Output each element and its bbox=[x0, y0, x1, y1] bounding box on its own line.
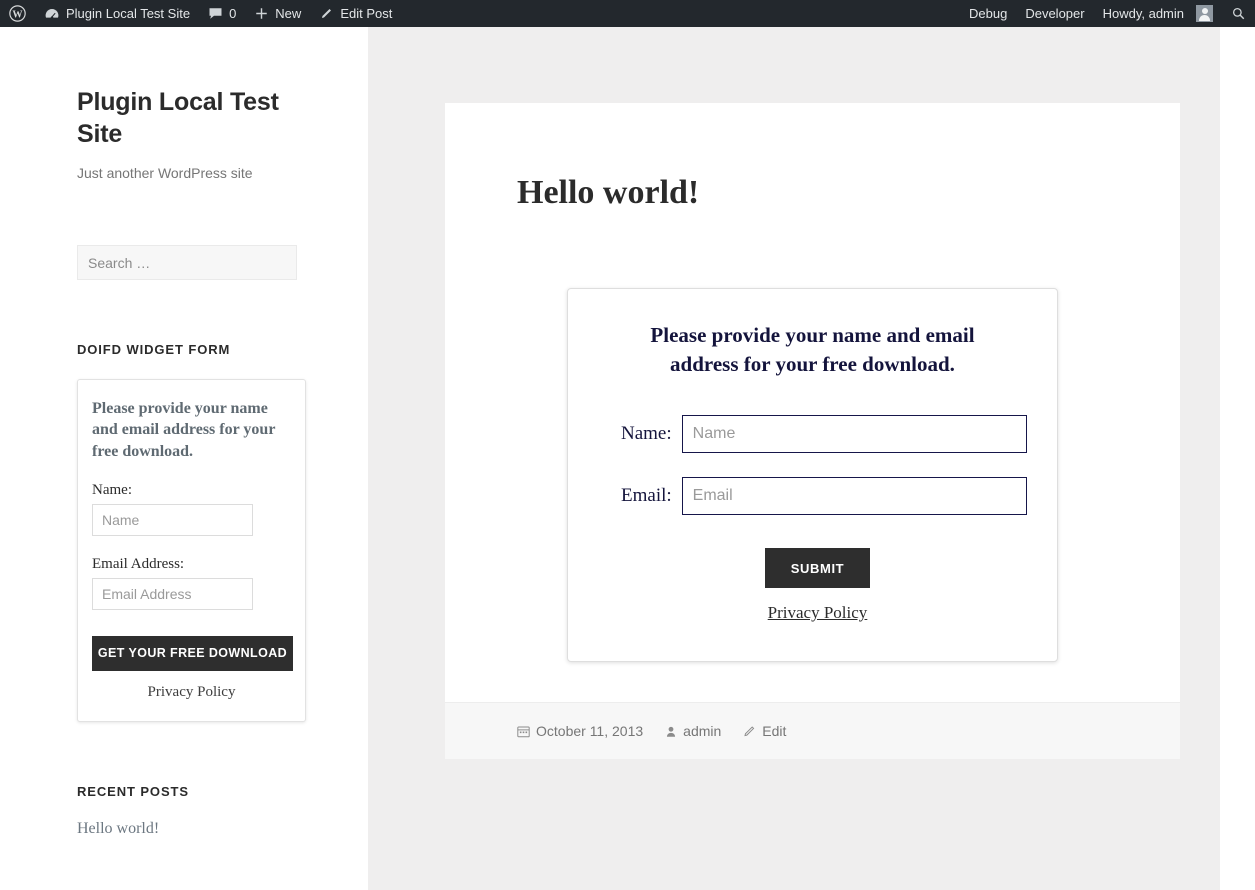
content-area: Hello world! Please provide your name an… bbox=[368, 27, 1255, 890]
post-form-email-label: Email: bbox=[621, 485, 672, 507]
admin-bar-developer[interactable]: Developer bbox=[1016, 0, 1093, 27]
widget-submit-button[interactable]: GET YOUR FREE DOWNLOAD bbox=[92, 635, 293, 671]
admin-bar-my-account[interactable]: Howdy, admin bbox=[1094, 0, 1222, 27]
post-content: Hello world! Please provide your name an… bbox=[445, 103, 1180, 702]
admin-bar-debug-label: Debug bbox=[969, 6, 1008, 21]
admin-bar-left-group: W Plugin Local Test Site 0 New Edit Post bbox=[0, 0, 401, 27]
admin-bar-new-label: New bbox=[275, 6, 302, 21]
post-form-intro-text: Please provide your name and email addre… bbox=[650, 322, 975, 376]
admin-bar-site-name-label: Plugin Local Test Site bbox=[66, 6, 191, 21]
post-meta-footer: October 11, 2013 admin Edit bbox=[445, 702, 1180, 760]
admin-bar-new[interactable]: New bbox=[245, 0, 310, 27]
site-title[interactable]: Plugin Local Test Site bbox=[77, 87, 297, 151]
post-form-privacy-policy-link[interactable]: Privacy Policy bbox=[768, 603, 868, 623]
sidebar: Plugin Local Test Site Just another Word… bbox=[0, 27, 368, 890]
user-icon bbox=[665, 725, 677, 738]
post-title: Hello world! bbox=[517, 174, 700, 211]
admin-bar-howdy-label: Howdy, admin bbox=[1102, 6, 1184, 21]
widget-name-label: Name: bbox=[92, 481, 132, 498]
widget-title-recent-posts: RECENT POSTS bbox=[77, 783, 189, 799]
post-form-actions: SUBMIT Privacy Policy bbox=[598, 548, 1027, 623]
wordpress-logo-icon: W bbox=[9, 5, 26, 22]
post-form-name-label: Name: bbox=[621, 423, 672, 445]
admin-bar-developer-label: Developer bbox=[1025, 6, 1085, 21]
widget-privacy-policy-link[interactable]: Privacy Policy bbox=[92, 684, 291, 701]
admin-bar-site-name[interactable]: Plugin Local Test Site bbox=[35, 0, 199, 27]
sidebar-inner: Plugin Local Test Site Just another Word… bbox=[77, 87, 306, 838]
avatar-head bbox=[1201, 8, 1208, 14]
post-form-name-input[interactable] bbox=[681, 415, 1027, 454]
widget-email-label: Email Address: bbox=[92, 555, 185, 572]
recent-post-item[interactable]: Hello world! bbox=[77, 820, 159, 837]
avatar-body bbox=[1199, 15, 1210, 21]
post-edit-link[interactable]: Edit bbox=[743, 723, 786, 739]
calendar-icon bbox=[517, 725, 530, 738]
post-author[interactable]: admin bbox=[665, 723, 721, 739]
doifd-post-form: Please provide your name and email addre… bbox=[567, 287, 1058, 663]
search-icon bbox=[1231, 6, 1246, 21]
admin-bar-edit-post-label: Edit Post bbox=[340, 6, 393, 21]
wordpress-logo-menu[interactable]: W bbox=[0, 0, 35, 27]
widget-form-intro-text: Please provide your name and email addre… bbox=[92, 400, 276, 460]
admin-bar-edit-post[interactable]: Edit Post bbox=[310, 0, 401, 27]
dashboard-speedometer-icon bbox=[44, 6, 60, 22]
post-card: Hello world! Please provide your name an… bbox=[445, 103, 1180, 760]
post-edit-label: Edit bbox=[762, 723, 787, 740]
admin-bar: W Plugin Local Test Site 0 New Edit Post… bbox=[0, 0, 1255, 27]
sidebar-search-form bbox=[77, 245, 297, 281]
post-form-email-row: Email: bbox=[598, 477, 1027, 516]
plus-icon bbox=[254, 6, 269, 21]
post-form-submit-button[interactable]: SUBMIT bbox=[765, 548, 870, 589]
admin-bar-comments[interactable]: 0 bbox=[199, 0, 245, 27]
post-form-email-input[interactable] bbox=[681, 477, 1027, 516]
avatar bbox=[1196, 5, 1213, 22]
widget-name-input[interactable] bbox=[92, 503, 253, 536]
search-input[interactable] bbox=[77, 245, 297, 281]
right-margin-strip bbox=[1220, 27, 1255, 890]
svg-text:W: W bbox=[12, 9, 23, 20]
page-wrapper: Plugin Local Test Site Just another Word… bbox=[0, 27, 1255, 890]
admin-bar-debug[interactable]: Debug bbox=[960, 0, 1016, 27]
post-date-label: October 11, 2013 bbox=[536, 723, 644, 740]
site-description: Just another WordPress site bbox=[77, 164, 253, 181]
comment-bubble-icon bbox=[208, 6, 223, 21]
pencil-icon bbox=[319, 6, 334, 21]
admin-bar-comment-count: 0 bbox=[229, 6, 237, 21]
widget-title-doifd-widget-form: DOIFD WIDGET FORM bbox=[77, 342, 231, 358]
post-date[interactable]: October 11, 2013 bbox=[517, 723, 643, 739]
pencil-icon bbox=[743, 725, 756, 738]
widget-email-input[interactable] bbox=[92, 577, 253, 610]
post-author-label: admin bbox=[683, 723, 722, 740]
admin-bar-search-button[interactable] bbox=[1222, 0, 1255, 27]
admin-bar-right-group: Debug Developer Howdy, admin bbox=[960, 0, 1255, 27]
doifd-widget-form: Please provide your name and email addre… bbox=[77, 379, 306, 722]
post-form-name-row: Name: bbox=[598, 415, 1027, 454]
recent-posts-list: Hello world! bbox=[77, 820, 297, 838]
